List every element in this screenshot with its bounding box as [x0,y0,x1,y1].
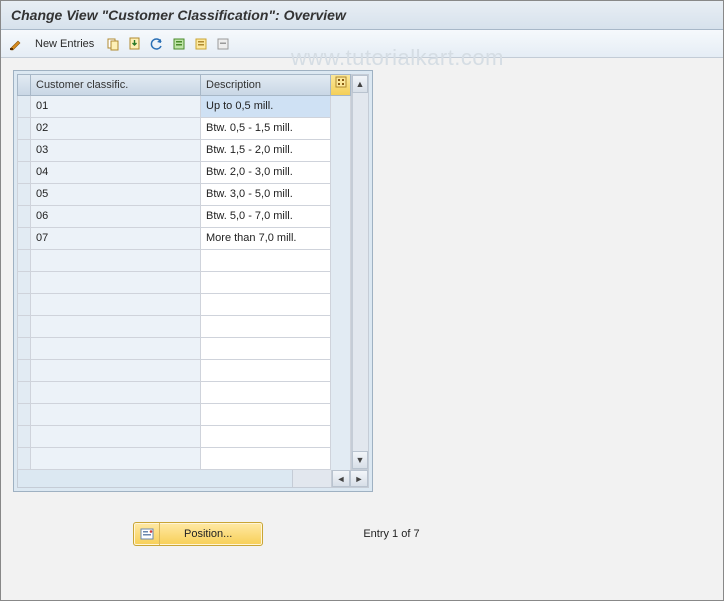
classific-cell[interactable] [31,382,201,404]
page-title: Change View "Customer Classification": O… [1,1,723,30]
classific-cell[interactable] [31,448,201,470]
classific-cell[interactable]: 05 [31,184,201,206]
toolbar: New Entries [1,30,723,58]
row-selector[interactable] [17,426,31,448]
description-cell[interactable]: Btw. 2,0 - 3,0 mill. [201,162,331,184]
classific-cell[interactable] [31,426,201,448]
description-cell[interactable]: Up to 0,5 mill. [201,96,331,118]
position-button[interactable]: Position... [133,522,263,546]
classific-cell[interactable] [31,272,201,294]
row-selector[interactable] [17,448,31,470]
description-cell[interactable] [201,382,331,404]
classific-cell[interactable]: 06 [31,206,201,228]
description-cell[interactable] [201,250,331,272]
new-entries-button[interactable]: New Entries [29,38,100,50]
classific-cell[interactable] [31,360,201,382]
save-down-icon[interactable] [126,35,144,53]
scroll-left-icon[interactable]: ◄ [332,470,350,487]
row-selector[interactable] [17,118,31,140]
row-selector[interactable] [17,294,31,316]
row-selector[interactable] [17,228,31,250]
description-cell[interactable] [201,294,331,316]
description-cell[interactable] [201,316,331,338]
row-selector[interactable] [17,96,31,118]
entry-count-text: Entry 1 of 7 [363,528,419,540]
selector-header[interactable] [17,74,31,96]
description-cell[interactable]: Btw. 5,0 - 7,0 mill. [201,206,331,228]
horizontal-scrollbar[interactable]: ◄ ► [17,470,369,488]
undo-icon[interactable] [148,35,166,53]
row-selector[interactable] [17,360,31,382]
position-icon [134,523,160,545]
description-cell[interactable] [201,426,331,448]
classific-cell[interactable]: 01 [31,96,201,118]
scroll-up-icon[interactable]: ▲ [352,75,368,93]
description-cell[interactable]: Btw. 0,5 - 1,5 mill. [201,118,331,140]
vertical-scrollbar[interactable]: ▲ ▼ [351,74,369,470]
classific-cell[interactable]: 07 [31,228,201,250]
description-cell[interactable]: Btw. 3,0 - 5,0 mill. [201,184,331,206]
table-settings-icon[interactable] [331,74,351,96]
row-selector[interactable] [17,404,31,426]
row-selector[interactable] [17,250,31,272]
classific-cell[interactable]: 02 [31,118,201,140]
classific-cell[interactable]: 04 [31,162,201,184]
description-cell[interactable] [201,272,331,294]
classific-cell[interactable] [31,338,201,360]
deselect-icon[interactable] [214,35,232,53]
description-cell[interactable] [201,338,331,360]
description-cell[interactable] [201,448,331,470]
description-cell[interactable] [201,404,331,426]
description-cell[interactable] [201,360,331,382]
row-selector[interactable] [17,206,31,228]
classific-cell[interactable] [31,294,201,316]
pencil-toggle-icon[interactable] [7,35,25,53]
description-cell[interactable]: Btw. 1,5 - 2,0 mill. [201,140,331,162]
classific-cell[interactable] [31,316,201,338]
classific-header[interactable]: Customer classific. [31,74,201,96]
row-selector[interactable] [17,184,31,206]
data-table: Customer classific.01020304050607 Descrip… [13,70,373,492]
row-selector[interactable] [17,272,31,294]
scroll-right-icon[interactable]: ► [350,470,368,487]
position-button-label: Position... [160,528,262,540]
row-selector[interactable] [17,140,31,162]
row-selector[interactable] [17,316,31,338]
select-block-icon[interactable] [192,35,210,53]
desc-header[interactable]: Description [201,74,331,96]
description-cell[interactable]: More than 7,0 mill. [201,228,331,250]
classific-cell[interactable]: 03 [31,140,201,162]
row-selector[interactable] [17,338,31,360]
classific-cell[interactable] [31,404,201,426]
select-all-icon[interactable] [170,35,188,53]
row-selector[interactable] [17,382,31,404]
copy-icon[interactable] [104,35,122,53]
row-selector[interactable] [17,162,31,184]
scroll-down-icon[interactable]: ▼ [352,451,368,469]
classific-cell[interactable] [31,250,201,272]
